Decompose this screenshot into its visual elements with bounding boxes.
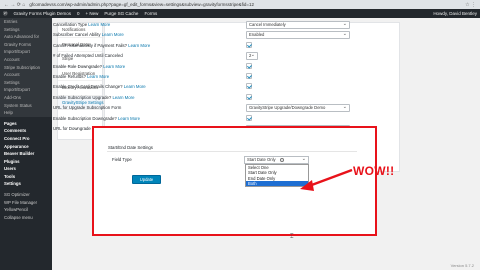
setting-select[interactable]: 2	[246, 52, 258, 61]
settings-row: Enable Credit Card Details Change? Learn…	[53, 82, 373, 93]
setting-label: # of Failed Attempted Until Canceled	[53, 53, 123, 58]
sidebar-item[interactable]: Beaver Builder	[0, 150, 52, 158]
sidebar-item[interactable]: Connect Pro	[0, 135, 52, 143]
setting-label: Subscriber Cancel Ability Learn More	[53, 32, 124, 37]
sidebar-item[interactable]: Add-Ons	[0, 93, 52, 102]
browser-nav-icons[interactable]: ← → ⟳ ⌂	[4, 2, 25, 8]
setting-label-text: Enable Refunds?	[53, 74, 86, 79]
sidebar-item[interactable]: Stripe Subscription	[0, 63, 52, 72]
setting-label-text: URL for Upgrade Subscription Form	[53, 105, 122, 111]
setting-label-text: Enable Subscription Downgrade?	[53, 115, 117, 121]
learn-more-link[interactable]: Learn More	[103, 64, 125, 69]
setting-label: Cancellation Type Learn More	[53, 22, 110, 27]
learn-more-link[interactable]: Learn More	[128, 43, 150, 48]
sidebar-item[interactable]: Tools	[0, 173, 52, 181]
sidebar-item[interactable]: Import/Export	[0, 48, 52, 56]
setting-label: Enable Subscription Upgrade? Learn More	[53, 95, 134, 100]
settings-row: Enable Subscription Upgrade? Learn More	[53, 93, 373, 104]
setting-label-text: Subscriber Cancel Ability	[53, 32, 101, 38]
settings-row: URL for Upgrade Subscription Form Gravity…	[53, 103, 373, 114]
learn-more-link[interactable]: Learn More	[88, 22, 110, 27]
setting-checkbox[interactable]	[246, 73, 252, 79]
sidebar-item[interactable]: SG Optimizer	[0, 191, 52, 199]
settings-row: Enable Role Downgrade? Learn More	[53, 62, 373, 73]
setting-label-text: # of Failed Attempted Until Canceled	[53, 53, 123, 59]
browser-menu-icons[interactable]: ☆ ⋮	[465, 2, 476, 8]
field-type-select[interactable]: Start Date Only	[244, 156, 309, 164]
sidebar-item[interactable]: Import/Export	[0, 86, 52, 94]
setting-label: Cancel Automatically if Payment Fails? L…	[53, 43, 150, 48]
setting-select[interactable]: GravityStripe Upgrade/Downgrade Demo	[246, 104, 350, 113]
wordpress-logo-icon[interactable]: Ⓦ	[3, 11, 8, 17]
sidebar-item[interactable]: System Status	[0, 101, 52, 110]
setting-select[interactable]: Enabled	[246, 31, 350, 40]
sidebar-item[interactable]: Account	[0, 55, 52, 64]
setting-label: URL for Upgrade Subscription Form	[53, 105, 121, 110]
sidebar-item[interactable]: Gravity Forms	[0, 40, 52, 49]
admin-sidebar: Entries Settings Auto Advanced for Gravity …	[0, 18, 52, 270]
sidebar-item[interactable]: Settings	[0, 25, 52, 34]
dropdown-option[interactable]: Both	[246, 180, 308, 187]
comments-count[interactable]: 0	[77, 11, 80, 16]
settings-row: Enable Refunds? Learn More	[53, 72, 373, 83]
forms-link[interactable]: Forms	[144, 11, 157, 16]
sidebar-item[interactable]: Help	[0, 109, 52, 117]
site-name-link[interactable]: Gravity Forms Plugin Demos	[14, 11, 72, 16]
sidebar-item[interactable]: Plugins	[0, 158, 52, 166]
sidebar-item[interactable]: Appearance	[0, 143, 52, 151]
learn-more-link[interactable]: Learn More	[118, 116, 140, 121]
sidebar-item[interactable]: Users	[0, 165, 52, 173]
setting-checkbox[interactable]	[246, 93, 252, 100]
learn-more-link[interactable]: Learn More	[113, 95, 135, 100]
setting-label-text: Cancellation Type	[53, 22, 88, 27]
sidebar-item[interactable]: Collapse menu	[0, 214, 52, 222]
sidebar-item[interactable]: YellowPencil	[0, 206, 52, 214]
field-type-label: Field Type	[112, 157, 132, 162]
sidebar-item[interactable]: Account	[0, 71, 52, 79]
sidebar-item[interactable]: Entries	[0, 18, 52, 26]
sidebar-item[interactable]: Comments	[0, 127, 52, 135]
setting-checkbox[interactable]	[246, 62, 252, 69]
settings-row: # of Failed Attempted Until Canceled 2	[53, 51, 373, 62]
new-content-link[interactable]: + New	[86, 11, 99, 16]
setting-label: Enable Role Downgrade? Learn More	[53, 64, 125, 69]
settings-row: Enable Subscription Downgrade? Learn Mor…	[53, 114, 373, 125]
version-text: Version 5.7.2	[450, 263, 474, 268]
setting-checkbox[interactable]	[246, 83, 252, 90]
setting-label-text: Enable Subscription Upgrade?	[53, 94, 112, 100]
sidebar-item[interactable]: Pages	[0, 120, 52, 128]
wow-annotation: WOW!!	[353, 164, 395, 178]
address-bar[interactable]: gfcomadevss.com/wp-admin/admin.php?page=…	[29, 2, 254, 7]
sidebar-item[interactable]: Settings	[0, 180, 52, 188]
setting-checkbox[interactable]	[246, 41, 252, 48]
user-greeting[interactable]: Howdy, David Bentley	[433, 11, 477, 16]
settings-row: Cancel Automatically if Payment Fails? L…	[53, 41, 373, 52]
section-title: Start/End Date Settings	[108, 145, 153, 150]
setting-label-text: Enable Role Downgrade?	[53, 63, 102, 69]
start-end-date-section: Start/End Date Settings Field Type Updat…	[92, 126, 377, 236]
section-divider	[107, 151, 357, 152]
sidebar-item[interactable]: WP File Manager	[0, 199, 52, 207]
sidebar-item[interactable]: Settings	[0, 78, 52, 87]
setting-label-text: Cancel Automatically if Payment Fails?	[53, 42, 128, 48]
setting-label: Enable Refunds? Learn More	[53, 74, 109, 79]
settings-row: Subscriber Cancel Ability Learn More Enab…	[53, 30, 373, 41]
cursor-circle-icon	[280, 158, 284, 162]
setting-select[interactable]: Cancel Immediately	[246, 21, 350, 29]
learn-more-link[interactable]: Learn More	[102, 32, 124, 37]
field-type-dropdown-list: Select One Start Date Only End Date Only Bo…	[245, 164, 309, 187]
browser-toolbar: ← → ⟳ ⌂ gfcomadevss.com/wp-admin/admin.p…	[0, 0, 480, 9]
setting-checkbox[interactable]	[246, 114, 252, 121]
setting-label: Enable Subscription Downgrade? Learn Mor…	[53, 116, 140, 121]
setting-label: Enable Credit Card Details Change? Learn…	[53, 84, 146, 89]
setting-label-text: Enable Credit Card Details Change?	[53, 84, 123, 90]
mouse-cursor-icon: ⌶	[290, 234, 294, 240]
purge-cache-link[interactable]: Purge SG Cache	[104, 11, 138, 16]
update-settings-button[interactable]: Update Settings	[132, 175, 161, 189]
settings-row: Cancellation Type Learn More Cancel Immed…	[53, 20, 373, 31]
wp-admin-bar: Ⓦ Gravity Forms Plugin Demos 0 + New Pur…	[0, 9, 480, 18]
learn-more-link[interactable]: Learn More	[124, 84, 146, 89]
sidebar-item[interactable]: Auto Advanced for	[0, 33, 52, 41]
learn-more-link[interactable]: Learn More	[87, 74, 109, 79]
